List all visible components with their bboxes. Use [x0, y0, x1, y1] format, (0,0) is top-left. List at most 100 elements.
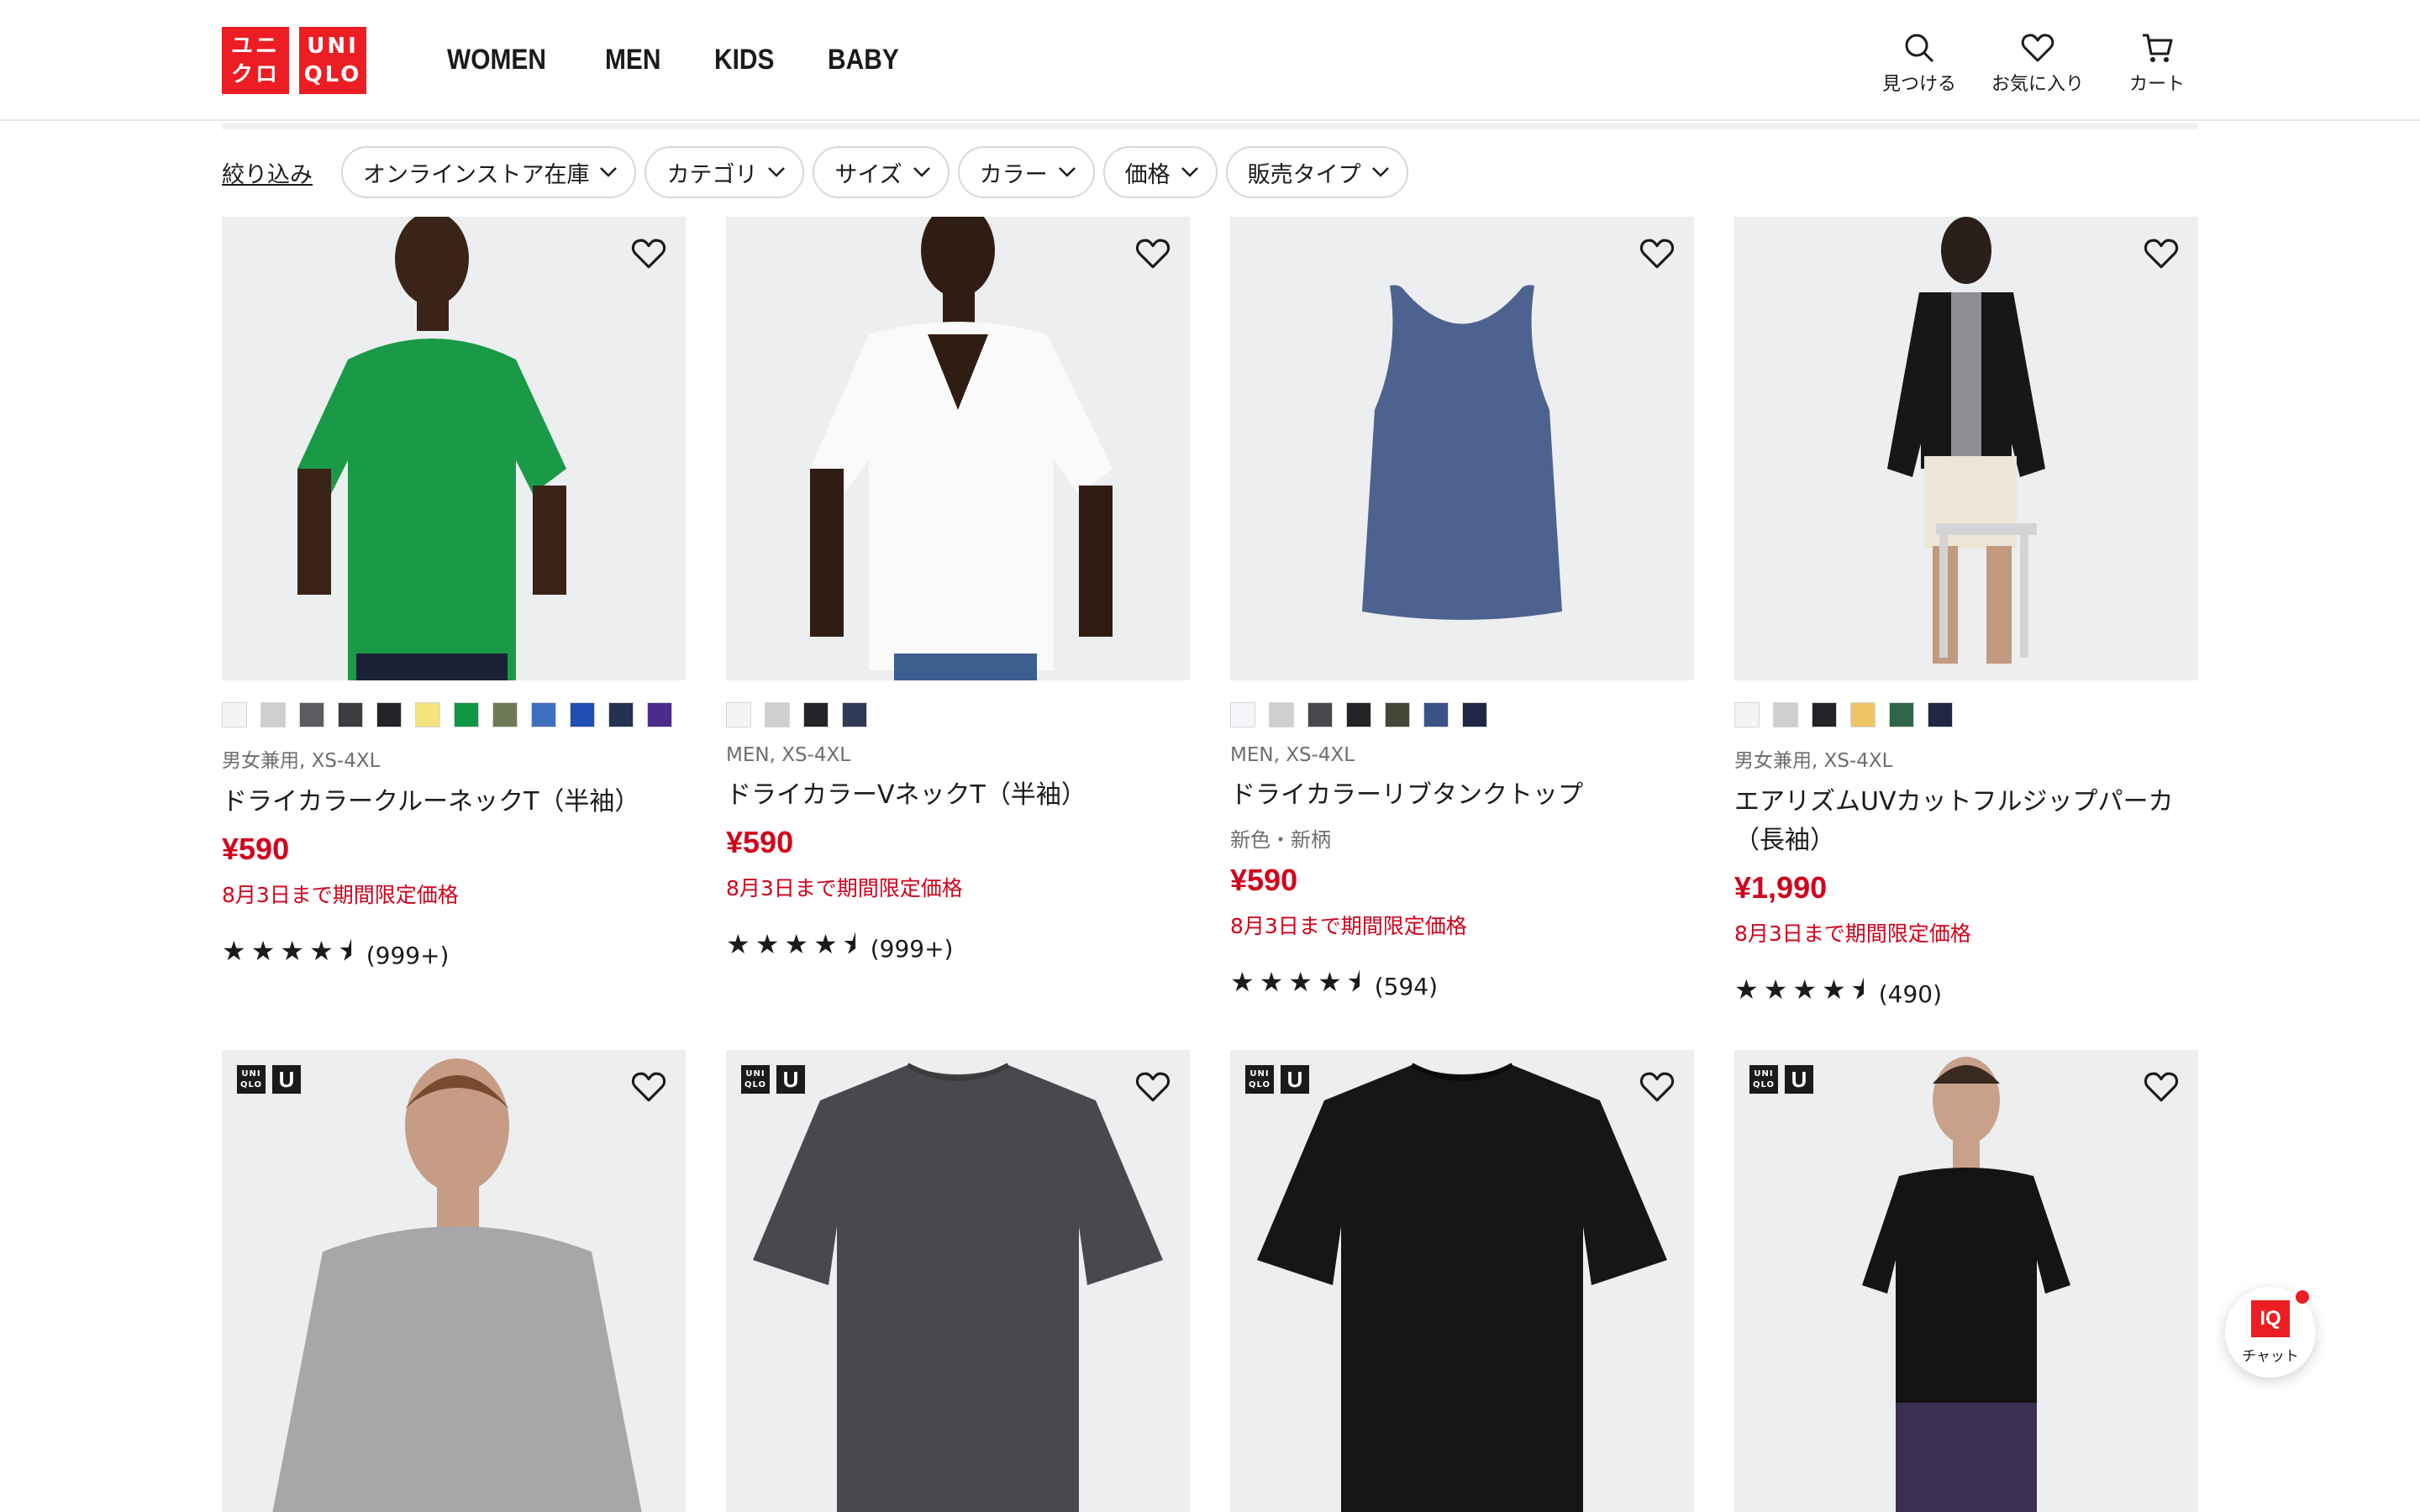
favorites-button[interactable]: お気に入り	[1991, 30, 2084, 96]
heart-icon[interactable]	[1134, 235, 1171, 272]
product-image[interactable]	[726, 217, 1190, 680]
product-title[interactable]: ドライカラーリブタンクトップ	[1230, 776, 1694, 815]
badge-uq-bottom: QLO	[744, 1080, 767, 1089]
logo-latin-bottom: QLO	[303, 62, 362, 87]
logo-latin[interactable]: UNI QLO	[299, 27, 366, 94]
model-photo	[222, 217, 686, 680]
filter-chip-stock[interactable]: オンラインストア在庫	[341, 146, 637, 198]
logo-latin-top: UNI	[307, 34, 359, 59]
favorites-label: お気に入り	[1991, 74, 2085, 95]
product-image[interactable]: UNI QLO U	[222, 1050, 686, 1512]
filter-chip-size[interactable]: サイズ	[813, 146, 950, 198]
product-card[interactable]: 男女兼用, XS-4XL エアリズムUVカットフルジップパーカ（長袖） ¥1,9…	[1734, 217, 2198, 1050]
heart-icon[interactable]	[1639, 235, 1676, 272]
product-image[interactable]: UNI QLO U	[1734, 1050, 2198, 1512]
product-card[interactable]: MEN, XS-4XL ドライカラーリブタンクトップ 新色・新柄 ¥590 8月…	[1230, 217, 1694, 1050]
color-swatch[interactable]	[1734, 702, 1760, 727]
color-swatch[interactable]	[1269, 702, 1294, 727]
product-title[interactable]: エアリズムUVカットフルジップパーカ（長袖）	[1734, 783, 2198, 860]
product-image[interactable]	[1734, 217, 2198, 680]
color-swatch[interactable]	[1346, 702, 1371, 727]
color-swatch[interactable]	[260, 702, 286, 727]
color-swatch[interactable]	[376, 702, 402, 727]
badge-uq-top: UNI	[745, 1069, 765, 1079]
uniqlo-u-badge: UNI QLO U	[741, 1065, 805, 1094]
uniqlo-u-badge: UNI QLO U	[1245, 1065, 1309, 1094]
product-image[interactable]: UNI QLO U	[1230, 1050, 1694, 1512]
logo-katakana[interactable]: ユニ クロ	[222, 27, 289, 94]
product-card[interactable]: UNI QLO U	[726, 1050, 1190, 1512]
color-swatch[interactable]	[415, 702, 440, 727]
color-swatch[interactable]	[647, 702, 672, 727]
filter-chip-category[interactable]: カテゴリ	[644, 146, 805, 198]
nav-women[interactable]: WOMEN	[447, 34, 546, 86]
filter-chip-price[interactable]: 価格	[1102, 146, 1218, 198]
color-swatch[interactable]	[222, 702, 247, 727]
heart-icon[interactable]	[630, 1068, 667, 1105]
review-count: (999+)	[870, 934, 954, 963]
color-swatches	[726, 702, 1190, 727]
uniqlo-logo[interactable]: ユニ クロ UNI QLO	[222, 27, 366, 94]
product-gender-size: MEN, XS-4XL	[726, 744, 851, 766]
nav-kids[interactable]: KIDS	[714, 34, 774, 86]
color-swatch[interactable]	[1812, 702, 1837, 727]
color-swatch[interactable]	[454, 702, 479, 727]
color-swatch[interactable]	[1307, 702, 1333, 727]
nav-baby[interactable]: BABY	[828, 34, 899, 86]
product-card[interactable]: UNI QLO U	[1734, 1050, 2198, 1512]
color-swatch[interactable]	[1850, 702, 1876, 727]
cart-label: カート	[2129, 74, 2186, 95]
chat-button[interactable]: IQ チャット	[2225, 1287, 2316, 1378]
color-swatch[interactable]	[842, 702, 867, 727]
color-swatch[interactable]	[726, 702, 751, 727]
product-title[interactable]: ドライカラークルーネックT（半袖）	[222, 783, 686, 822]
filter-chip-color[interactable]: カラー	[957, 146, 1095, 198]
product-card[interactable]: MEN, XS-4XL ドライカラーVネックT（半袖） ¥590 8月3日まで期…	[726, 217, 1190, 1050]
product-image[interactable]: UNI QLO U	[726, 1050, 1190, 1512]
product-price: ¥1,990	[1734, 870, 1828, 905]
color-swatch[interactable]	[299, 702, 324, 727]
product-image[interactable]	[1230, 217, 1694, 680]
product-card[interactable]: UNI QLO U	[222, 1050, 686, 1512]
color-swatch[interactable]	[1928, 702, 1953, 727]
heart-icon[interactable]	[1134, 1068, 1171, 1105]
color-swatch[interactable]	[1462, 702, 1487, 727]
color-swatch[interactable]	[608, 702, 634, 727]
color-swatch[interactable]	[1230, 702, 1255, 727]
nav-men[interactable]: MEN	[605, 34, 660, 86]
heart-icon[interactable]	[1639, 1068, 1676, 1105]
product-card[interactable]: 男女兼用, XS-4XL ドライカラークルーネックT（半袖） ¥590 8月3日…	[222, 217, 686, 1050]
model-photo	[222, 1050, 686, 1512]
color-swatch[interactable]	[765, 702, 790, 727]
product-card[interactable]: UNI QLO U	[1230, 1050, 1694, 1512]
filter-chip-sale-type[interactable]: 販売タイプ	[1225, 146, 1408, 198]
color-swatch[interactable]	[1773, 702, 1798, 727]
color-swatch[interactable]	[492, 702, 518, 727]
color-swatch[interactable]	[531, 702, 556, 727]
main-nav: WOMEN MEN KIDS BABY	[447, 34, 908, 86]
badge-u-logo: U	[1785, 1065, 1813, 1094]
heart-icon[interactable]	[2143, 1068, 2180, 1105]
color-swatch[interactable]	[1889, 702, 1914, 727]
divider	[222, 123, 2198, 129]
product-rating: ★★★★⯨ (490)	[1734, 971, 2198, 1016]
uniqlo-u-badge: UNI QLO U	[237, 1065, 301, 1094]
site-header: ユニ クロ UNI QLO WOMEN MEN KIDS BABY 見つける お…	[0, 0, 2420, 121]
heart-icon[interactable]	[630, 235, 667, 272]
badge-uq-bottom: QLO	[239, 1080, 263, 1089]
color-swatch[interactable]	[338, 702, 363, 727]
cart-button[interactable]: カート	[2129, 30, 2185, 96]
product-image[interactable]	[222, 217, 686, 680]
color-swatches	[1734, 702, 2198, 727]
color-swatch[interactable]	[803, 702, 829, 727]
search-button[interactable]: 見つける	[1882, 30, 1956, 96]
color-swatch[interactable]	[1385, 702, 1410, 727]
product-title[interactable]: ドライカラーVネックT（半袖）	[726, 776, 1190, 815]
filter-chip-label: オンラインストア在庫	[363, 161, 590, 188]
filter-chip-label: 価格	[1124, 161, 1171, 188]
color-swatch[interactable]	[570, 702, 595, 727]
badge-u-logo: U	[272, 1065, 301, 1094]
color-swatch[interactable]	[1423, 702, 1449, 727]
heart-icon[interactable]	[2143, 235, 2180, 272]
refine-link[interactable]: 絞り込み	[222, 156, 313, 189]
